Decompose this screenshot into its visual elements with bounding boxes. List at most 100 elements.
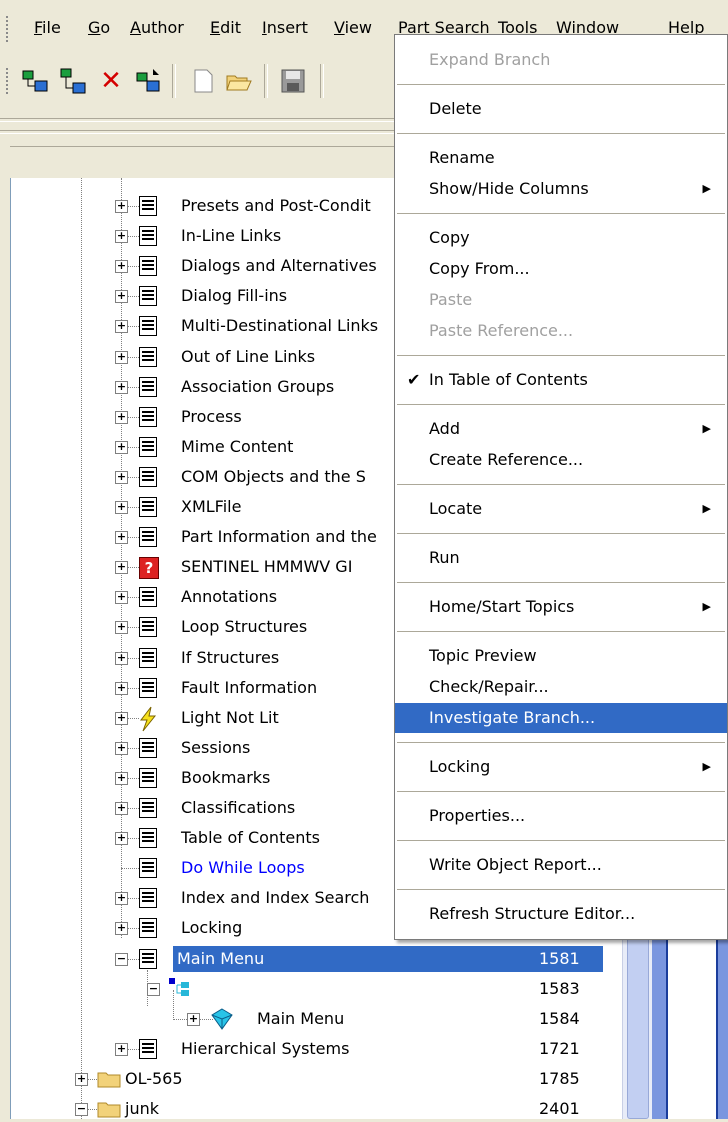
- document-icon: [139, 918, 157, 939]
- menu-label: uthor: [140, 18, 184, 37]
- move-icon[interactable]: [130, 64, 164, 98]
- context-item-in-table-of-contents[interactable]: In Table of Contents ✔: [395, 365, 727, 395]
- expand-toggle-icon[interactable]: +: [115, 741, 128, 755]
- context-item-home-start-topics[interactable]: Home/Start Topics ▶: [395, 592, 727, 622]
- menu-separator: [397, 533, 725, 534]
- menu-go[interactable]: Go: [88, 18, 110, 37]
- tree-item-id: 1785: [539, 1068, 580, 1088]
- menu-author[interactable]: Author: [130, 18, 184, 37]
- context-item-paste-reference[interactable]: Paste Reference...: [395, 316, 727, 346]
- context-item-copy[interactable]: Copy: [395, 223, 727, 253]
- expand-toggle-icon[interactable]: +: [115, 200, 128, 213]
- context-item-run[interactable]: Run: [395, 543, 727, 573]
- context-item-refresh-structure-editor[interactable]: Refresh Structure Editor...: [395, 899, 727, 929]
- expand-toggle-icon[interactable]: +: [115, 651, 128, 665]
- tree-item-label: Process: [181, 406, 242, 426]
- menu-insert[interactable]: Insert: [262, 18, 308, 37]
- context-item-label: Copy: [429, 228, 470, 247]
- expand-toggle-icon[interactable]: +: [115, 350, 128, 364]
- document-icon: [139, 346, 157, 367]
- tree-item-label: Dialogs and Alternatives: [181, 256, 377, 276]
- context-item-properties[interactable]: Properties...: [395, 801, 727, 831]
- expand-toggle-icon[interactable]: +: [115, 802, 128, 815]
- expand-toggle-icon[interactable]: +: [75, 1072, 88, 1086]
- new-icon[interactable]: [186, 64, 220, 98]
- tree-item-label: Hierarchical Systems: [181, 1038, 350, 1058]
- document-icon: [139, 286, 157, 307]
- tree-item-id: 1583: [539, 978, 580, 998]
- context-item-label: Paste Reference...: [429, 321, 574, 340]
- context-item-expand-branch[interactable]: Expand Branch: [395, 45, 727, 75]
- toolbar-grip[interactable]: [6, 68, 12, 94]
- expand-toggle-icon[interactable]: −: [75, 1103, 88, 1116]
- expand-toggle-icon[interactable]: +: [115, 681, 128, 695]
- tree-item-label: Table of Contents: [181, 828, 320, 848]
- expand-toggle-icon[interactable]: +: [115, 591, 128, 605]
- expand-toggle-icon[interactable]: +: [115, 1042, 128, 1056]
- menu-view[interactable]: View: [334, 18, 372, 37]
- toolbar-separator: [172, 64, 176, 98]
- expand-toggle-icon[interactable]: +: [115, 621, 128, 635]
- tree-item-label: If Structures: [181, 647, 280, 667]
- tree-item-label: Loop Structures: [181, 617, 308, 637]
- expand-toggle-icon[interactable]: +: [115, 561, 128, 575]
- expand-toggle-icon[interactable]: +: [115, 501, 128, 514]
- context-menu: Expand Branch Delete Rename Show/Hide Colum…: [394, 34, 728, 940]
- context-item-label: Copy From...: [429, 259, 530, 278]
- context-item-add[interactable]: Add ▶: [395, 414, 727, 444]
- toolbar: ✕: [0, 50, 400, 110]
- expand-toggle-icon[interactable]: +: [115, 260, 128, 274]
- context-item-copy-from[interactable]: Copy From...: [395, 254, 727, 284]
- splitter: [0, 130, 400, 134]
- context-item-create-reference[interactable]: Create Reference...: [395, 445, 727, 475]
- context-item-show-hide-columns[interactable]: Show/Hide Columns ▶: [395, 174, 727, 204]
- context-item-label: Expand Branch: [429, 50, 551, 69]
- expand-toggle-icon[interactable]: +: [115, 531, 128, 545]
- context-item-topic-preview[interactable]: Topic Preview: [395, 641, 727, 671]
- add-child-icon[interactable]: [18, 64, 52, 98]
- context-item-write-object-report[interactable]: Write Object Report...: [395, 850, 727, 880]
- menubar-grip[interactable]: [6, 16, 12, 42]
- document-icon: [139, 196, 157, 216]
- context-item-investigate-branch[interactable]: Investigate Branch...: [395, 703, 727, 733]
- expand-toggle-icon[interactable]: +: [115, 230, 128, 244]
- menu-separator: [397, 889, 725, 890]
- expand-toggle-icon[interactable]: +: [115, 290, 128, 304]
- expand-toggle-icon[interactable]: +: [115, 922, 128, 936]
- menu-label: nsert: [266, 18, 308, 37]
- tree-item-label: Do While Loops: [181, 858, 305, 878]
- expand-toggle-icon[interactable]: +: [115, 380, 128, 394]
- tree-item-label: In-Line Links: [181, 226, 282, 246]
- expand-toggle-icon[interactable]: −: [147, 982, 160, 996]
- save-icon[interactable]: [276, 64, 310, 98]
- open-icon[interactable]: [222, 64, 256, 98]
- context-item-rename[interactable]: Rename: [395, 143, 727, 173]
- expand-toggle-icon[interactable]: +: [115, 470, 128, 484]
- expand-toggle-icon[interactable]: +: [187, 1012, 200, 1026]
- context-item-locate[interactable]: Locate ▶: [395, 494, 727, 524]
- menu-edit[interactable]: Edit: [210, 18, 241, 37]
- expand-toggle-icon[interactable]: −: [115, 952, 128, 966]
- menu-file[interactable]: File: [34, 18, 61, 37]
- context-item-paste[interactable]: Paste: [395, 285, 727, 315]
- tree-item-label: Main Menu: [177, 948, 265, 968]
- expand-toggle-icon[interactable]: +: [115, 771, 128, 785]
- context-item-label: Paste: [429, 290, 473, 309]
- context-item-label: Show/Hide Columns: [429, 179, 589, 198]
- context-item-delete[interactable]: Delete: [395, 94, 727, 124]
- expand-toggle-icon[interactable]: +: [115, 892, 128, 906]
- add-sibling-icon[interactable]: [56, 64, 90, 98]
- expand-toggle-icon[interactable]: +: [115, 320, 128, 334]
- expand-toggle-icon[interactable]: +: [115, 832, 128, 846]
- expand-toggle-icon[interactable]: +: [115, 711, 128, 725]
- context-item-locking[interactable]: Locking ▶: [395, 752, 727, 782]
- expand-toggle-icon[interactable]: +: [115, 440, 128, 454]
- delete-icon[interactable]: ✕: [94, 64, 128, 98]
- context-item-check-repair[interactable]: Check/Repair...: [395, 672, 727, 702]
- context-item-label: Refresh Structure Editor...: [429, 904, 636, 923]
- document-icon: [139, 737, 157, 758]
- menu-separator: [397, 791, 725, 792]
- context-item-label: Home/Start Topics: [429, 597, 575, 616]
- tree-item-label: Classifications: [181, 798, 296, 817]
- expand-toggle-icon[interactable]: +: [115, 410, 128, 424]
